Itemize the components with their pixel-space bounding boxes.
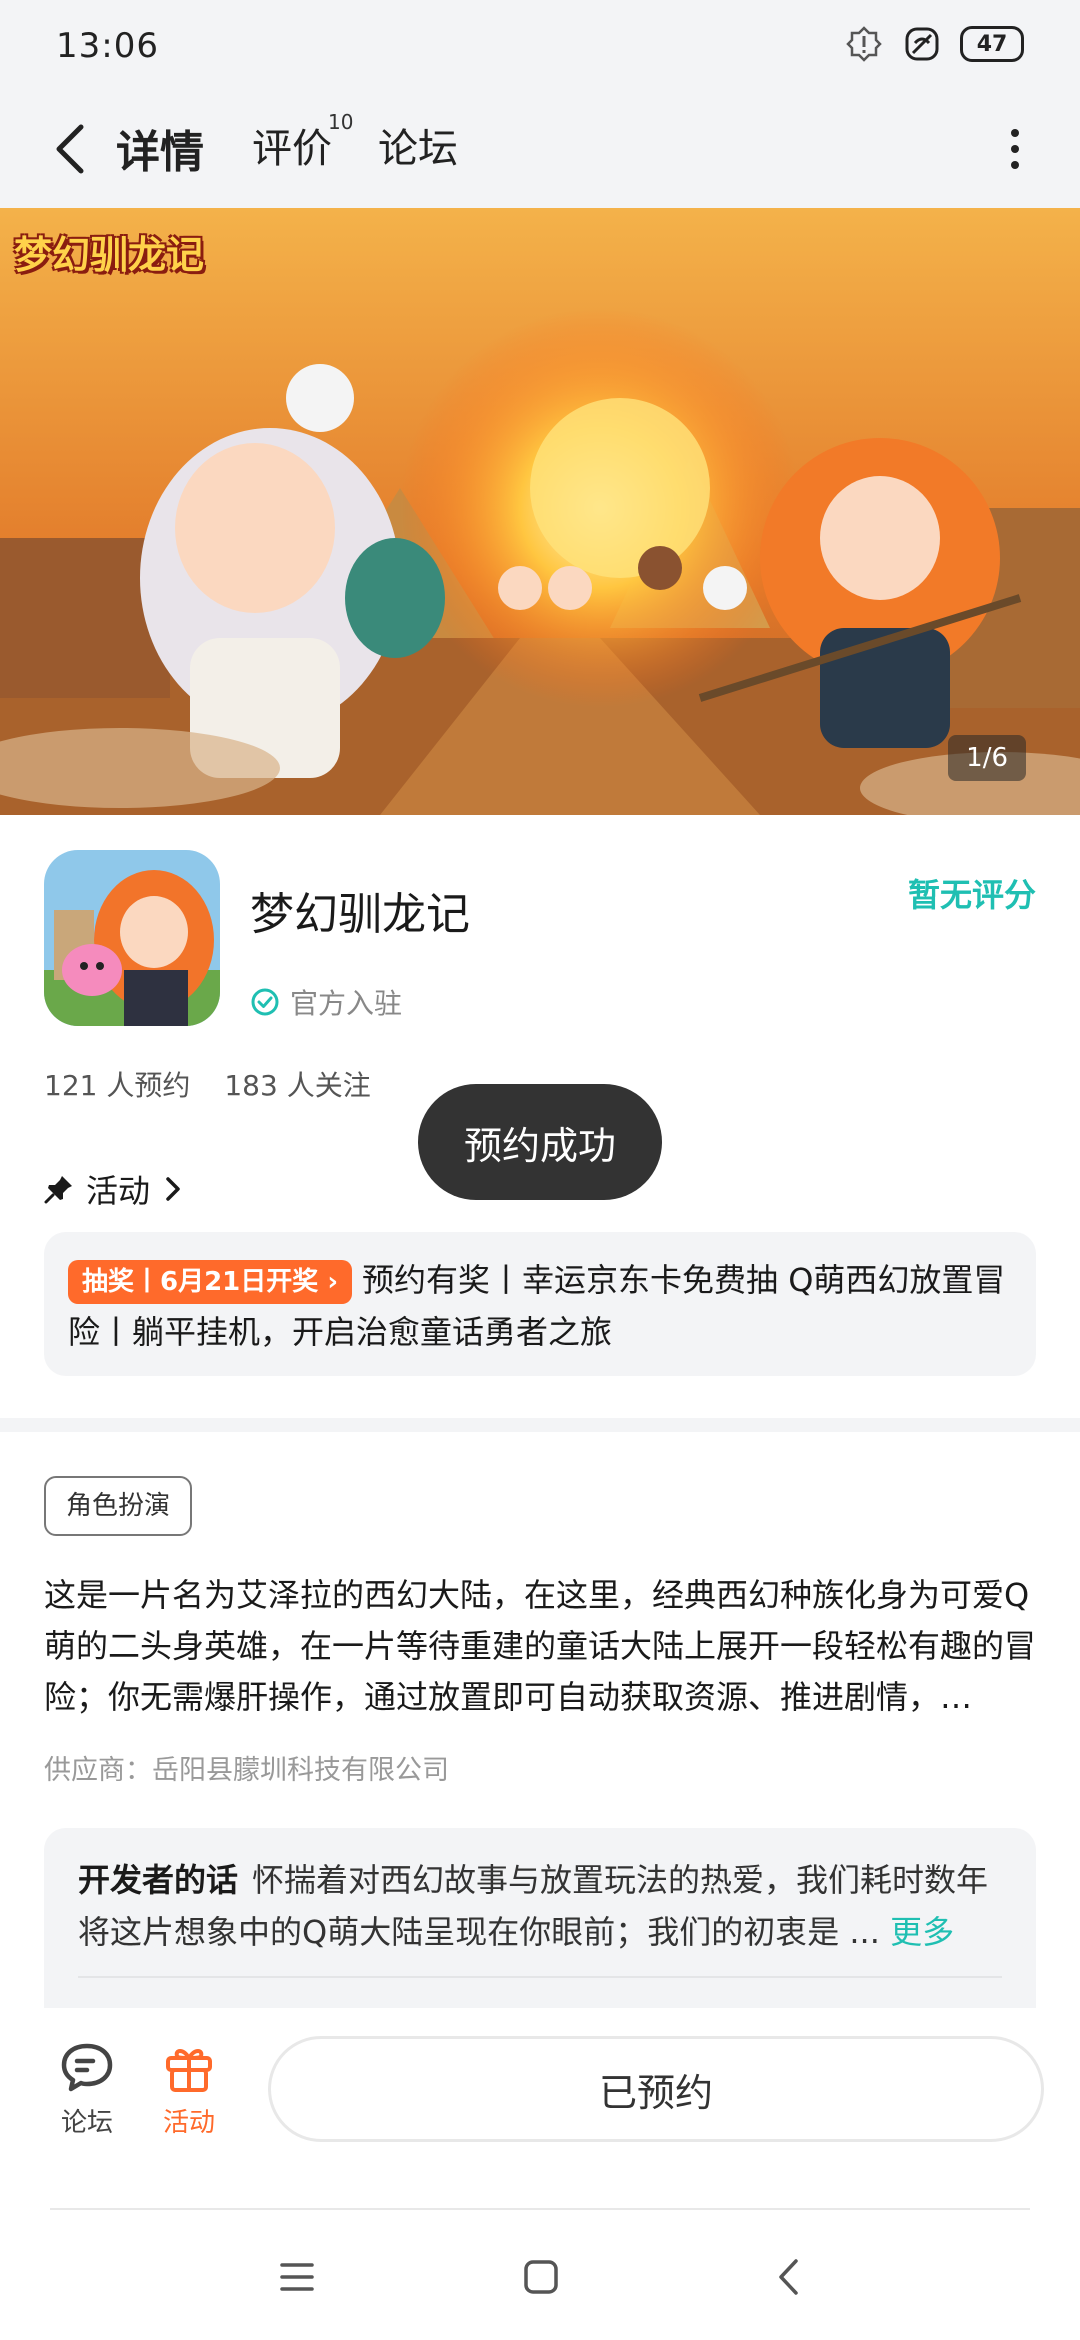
- menu-icon: [280, 2263, 314, 2291]
- activity-button[interactable]: 活动: [144, 2042, 234, 2139]
- tab-review-label: 评价: [252, 126, 332, 172]
- forum-chat-icon: [61, 2043, 113, 2092]
- chevron-right-icon: [166, 1177, 180, 1201]
- rating-status: 暂无评分: [907, 876, 1036, 914]
- app-stats: 121 人预约 183 人关注: [44, 1064, 371, 1104]
- official-badge: 官方入驻: [250, 982, 402, 1022]
- tab-review[interactable]: 评价 10: [252, 110, 353, 174]
- notification-alert-icon: [844, 24, 884, 64]
- home-square-icon: [524, 2260, 558, 2294]
- activity-header[interactable]: 活动: [44, 1166, 184, 1212]
- status-icons: 47: [844, 24, 1024, 64]
- tab-detail-label: 详情: [116, 127, 204, 178]
- status-bar: 13:06 47: [0, 0, 1080, 90]
- app-icon: [44, 850, 220, 1026]
- game-logo: 梦幻驯龙记: [14, 233, 205, 277]
- more-dot-icon: [1011, 161, 1019, 169]
- developer-note-more-link[interactable]: 更多: [890, 1913, 954, 1951]
- game-description[interactable]: 这是一片名为艾泽拉的西幻大陆，在这里，经典西幻种族化身为可爱Q萌的二头身英雄，在…: [44, 1570, 1036, 1723]
- banner-artwork: [0, 208, 1080, 815]
- app-icon-artwork: [44, 850, 220, 1026]
- tab-forum[interactable]: 论坛: [378, 116, 458, 174]
- system-home-button[interactable]: [516, 2252, 566, 2302]
- official-label: 官方入驻: [290, 987, 403, 1020]
- bottom-action-bar: 论坛 活动 已预约: [0, 2008, 1080, 2208]
- back-chevron-icon: [779, 2259, 798, 2295]
- developer-note-title: 开发者的话: [78, 1861, 239, 1899]
- reservation-success-toast: 预约成功: [418, 1084, 662, 1200]
- pin-icon: [44, 1176, 72, 1204]
- system-navigation-bar: [0, 2210, 1080, 2340]
- genre-tag[interactable]: 角色扮演: [44, 1476, 193, 1536]
- tab-forum-label: 论坛: [378, 126, 458, 172]
- reserved-button[interactable]: 已预约: [268, 2036, 1044, 2142]
- activity-button-label: 活动: [162, 2108, 215, 2138]
- activity-card[interactable]: 抽奖丨6月21日开奖 › 预约有奖丨幸运京东卡免费抽 Q萌西幻放置冒险丨躺平挂机，…: [44, 1232, 1036, 1376]
- more-dot-icon: [1011, 129, 1019, 137]
- activity-title: 活动: [86, 1172, 151, 1210]
- system-back-button[interactable]: [764, 2252, 814, 2302]
- more-dot-icon: [1011, 145, 1019, 153]
- tab-detail[interactable]: 详情: [112, 116, 208, 184]
- screenshot-banner[interactable]: 梦幻驯龙记 1/6: [0, 208, 1080, 815]
- page: 13:06 47 详情 评价 10 论坛 梦幻驯龙记 1/6 梦幻驯龙记 官方入…: [0, 0, 1080, 2340]
- system-menu-button[interactable]: [272, 2252, 322, 2302]
- review-count-badge: 10: [328, 110, 354, 134]
- lottery-badge: 抽奖丨6月21日开奖 ›: [68, 1260, 353, 1304]
- reservation-count: 121 人预约: [44, 1069, 191, 1102]
- section-divider: [0, 1418, 1080, 1432]
- banner-page-counter: 1/6: [948, 735, 1026, 781]
- forum-button-label: 论坛: [60, 2108, 113, 2138]
- status-time: 13:06: [56, 26, 159, 66]
- developer-note-card[interactable]: 开发者的话 怀揣着对西幻故事与放置玩法的热爱，我们耗时数年将这片想象中的Q萌大陆呈…: [44, 1828, 1036, 2008]
- app-name: 梦幻驯龙记: [250, 889, 470, 940]
- top-nav: 详情 评价 10 论坛: [0, 90, 1080, 208]
- back-arrow-icon: [56, 124, 84, 174]
- gift-icon: [166, 2049, 212, 2092]
- verified-check-icon: [251, 988, 279, 1016]
- supplier-info: 供应商：岳阳县朦圳科技有限公司: [44, 1755, 449, 1786]
- more-options-button[interactable]: [990, 118, 1040, 180]
- battery-indicator: 47: [960, 26, 1024, 62]
- back-button[interactable]: [40, 114, 100, 184]
- forum-button[interactable]: 论坛: [42, 2042, 132, 2139]
- card-divider: [78, 1976, 1002, 1978]
- do-not-disturb-icon: [902, 24, 942, 64]
- follower-count: 183 人关注: [224, 1069, 371, 1102]
